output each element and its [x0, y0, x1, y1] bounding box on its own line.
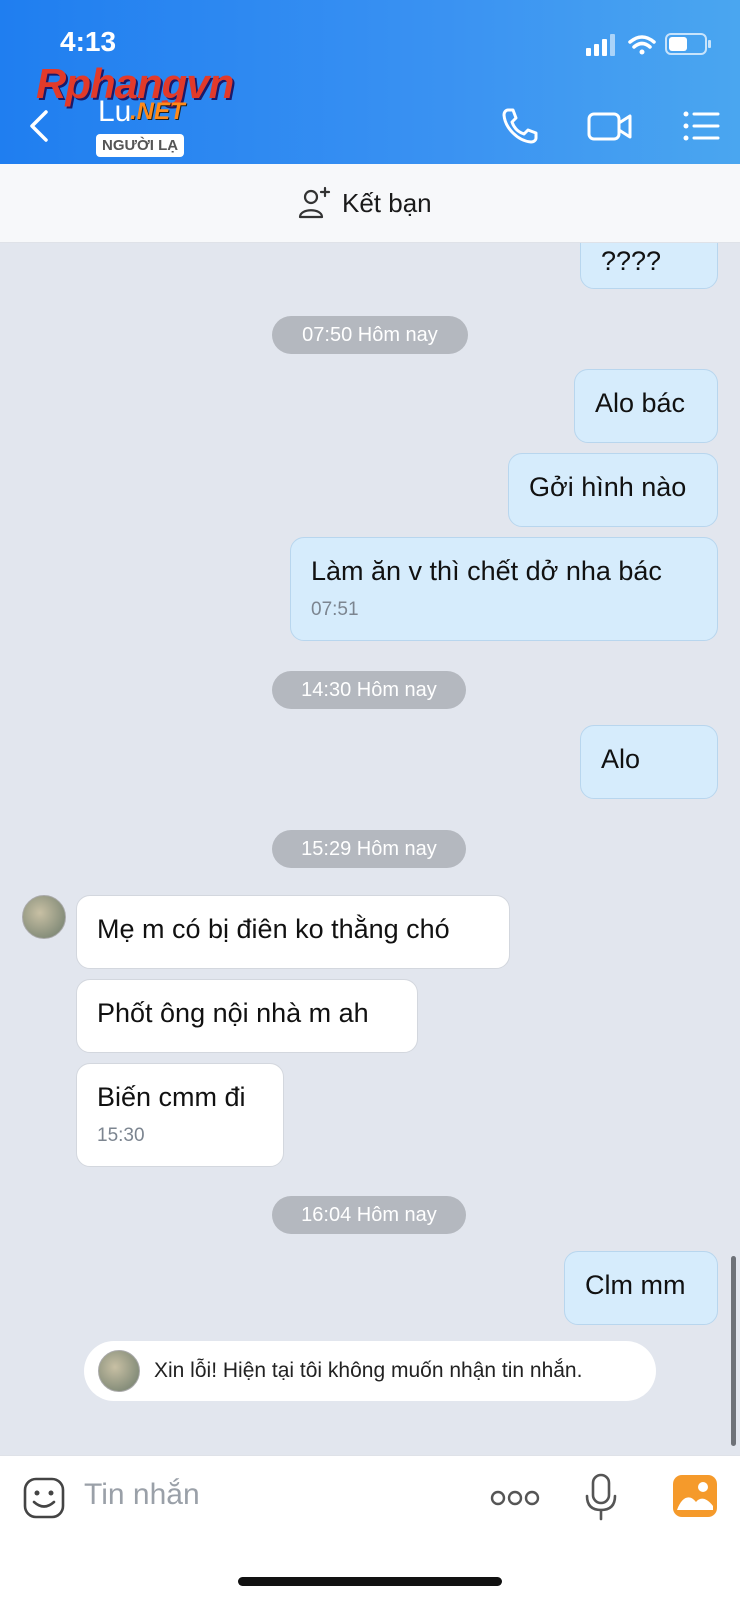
battery-icon	[665, 33, 711, 55]
sticker-icon[interactable]	[22, 1476, 66, 1520]
contact-name[interactable]: Lu	[98, 95, 131, 129]
more-icon[interactable]	[490, 1488, 540, 1508]
chat-header: 4:13 Rphangvn Lu .NET NGƯỜI LẠ	[0, 0, 740, 164]
watermark-suffix: .NET	[130, 98, 185, 125]
menu-list-icon[interactable]	[680, 104, 724, 148]
message-text: Clm mm	[585, 1270, 686, 1300]
message-text: Làm ăn v thì chết dở nha bác	[311, 556, 662, 586]
message-text: Biến cmm đi	[97, 1082, 246, 1112]
message-text: ????	[601, 246, 662, 276]
add-friend-bar[interactable]: Kết bạn	[0, 164, 740, 243]
photo-icon[interactable]	[672, 1474, 718, 1518]
message-text: Phốt ông nội nhà m ah	[97, 998, 369, 1028]
message-bubble-sent[interactable]: ????	[580, 243, 718, 289]
time-separator: 14:30 Hôm nay	[272, 671, 466, 709]
scrollbar[interactable]	[731, 1256, 736, 1446]
message-bubble-received[interactable]: Mẹ m có bị điên ko thằng chó	[76, 895, 510, 969]
add-friend-icon	[298, 186, 331, 219]
signal-icon	[586, 34, 615, 56]
message-time: 07:51	[311, 599, 359, 620]
message-text: Alo bác	[595, 388, 686, 418]
back-icon[interactable]	[24, 106, 54, 146]
message-bubble-sent[interactable]: Gởi hình nào	[508, 453, 718, 527]
wifi-icon	[628, 35, 656, 55]
status-time: 4:13	[60, 26, 117, 57]
contact-avatar	[98, 1350, 140, 1392]
message-bubble-received[interactable]: Biến cmm đi 15:30	[76, 1063, 284, 1167]
message-text: Mẹ m có bị điên ko thằng chó	[97, 914, 450, 944]
message-bubble-sent[interactable]: Alo	[580, 725, 718, 799]
message-list[interactable]: ???? 07:50 Hôm nay Alo bác Gởi hình nào …	[0, 243, 740, 1455]
status-icons	[586, 33, 711, 56]
message-time: 15:30	[97, 1125, 145, 1146]
message-bubble-received[interactable]: Phốt ông nội nhà m ah	[76, 979, 418, 1053]
message-bubble-sent[interactable]: Clm mm	[564, 1251, 718, 1325]
home-indicator[interactable]	[238, 1577, 502, 1586]
time-separator: 07:50 Hôm nay	[272, 316, 468, 354]
message-text: Alo	[601, 744, 641, 774]
contact-avatar[interactable]	[22, 895, 66, 939]
stranger-badge: NGƯỜI LẠ	[96, 134, 185, 157]
add-friend-label: Kết bạn	[342, 187, 432, 218]
auto-reply-text: Xin lỗi! Hiện tại tôi không muốn nhận ti…	[154, 1359, 583, 1382]
auto-reply-notice: Xin lỗi! Hiện tại tôi không muốn nhận ti…	[84, 1341, 656, 1401]
phone-icon[interactable]	[498, 104, 542, 148]
message-input[interactable]: Tin nhắn	[84, 1478, 200, 1512]
video-icon[interactable]	[586, 104, 634, 148]
message-text: Gởi hình nào	[529, 472, 687, 502]
mic-icon[interactable]	[584, 1472, 618, 1522]
message-bubble-sent[interactable]: Alo bác	[574, 369, 718, 443]
time-separator: 15:29 Hôm nay	[272, 830, 466, 868]
message-bubble-sent[interactable]: Làm ăn v thì chết dở nha bác 07:51	[290, 537, 718, 641]
time-separator: 16:04 Hôm nay	[272, 1196, 466, 1234]
